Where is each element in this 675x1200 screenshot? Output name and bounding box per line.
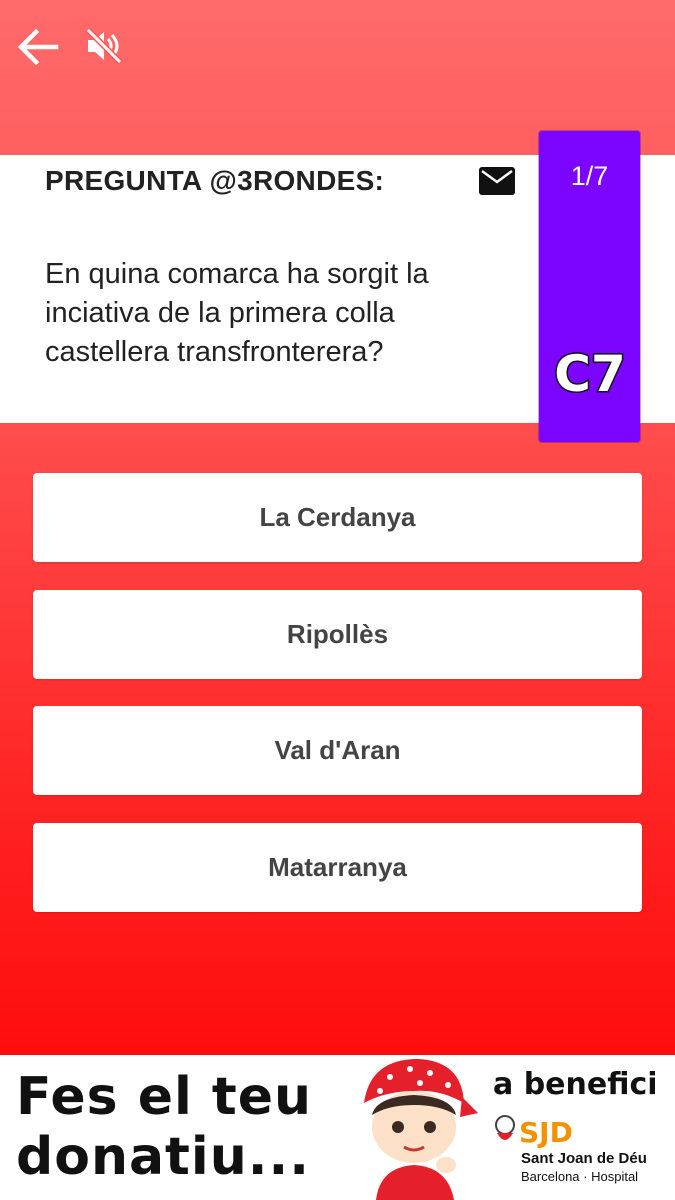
c7-logo: C7 xyxy=(553,344,627,402)
speaker-muted-icon xyxy=(85,27,123,65)
answer-label: Matarranya xyxy=(268,852,407,882)
sjd-logo: SJD xyxy=(495,1115,573,1149)
answer-label: Ripollès xyxy=(286,619,389,649)
top-bar xyxy=(0,0,675,100)
sjd-subtitle: Barcelona · Hospital xyxy=(521,1169,639,1184)
svg-text:C7: C7 xyxy=(554,345,625,401)
mute-button[interactable] xyxy=(84,26,126,66)
question-progress: 1/7 xyxy=(570,161,609,191)
envelope-icon xyxy=(479,167,515,195)
mail-button[interactable] xyxy=(478,166,516,196)
back-button[interactable] xyxy=(14,26,60,68)
donation-banner[interactable]: Fes el teu donatiu... a benefici SJD San… xyxy=(0,1055,675,1200)
answer-label: Val d'Aran xyxy=(274,735,401,765)
banner-slogan: Fes el teu donatiu... xyxy=(16,1067,312,1187)
question-title: PREGUNTA @3RONDES: xyxy=(45,165,385,196)
arrow-left-icon xyxy=(17,28,59,66)
answer-label: La Cerdanya xyxy=(259,502,416,532)
question-text: En quina comarca ha sorgit la inciativa … xyxy=(45,258,429,368)
question-counter-panel: 1/7 C7 xyxy=(539,131,640,442)
mascot-illustration xyxy=(364,1059,478,1200)
benefici-text: a benefici xyxy=(493,1067,658,1102)
banner-line-2: donatiu... xyxy=(16,1127,311,1187)
sjd-name: Sant Joan de Déu xyxy=(521,1150,647,1167)
banner-line-1: Fes el teu xyxy=(16,1067,313,1127)
answer-option-4[interactable]: Matarranya xyxy=(33,823,642,912)
answer-option-1[interactable]: La Cerdanya xyxy=(33,473,642,562)
svg-text:SJD: SJD xyxy=(519,1116,573,1149)
answer-option-3[interactable]: Val d'Aran xyxy=(33,706,642,795)
answer-option-2[interactable]: Ripollès xyxy=(33,590,642,679)
